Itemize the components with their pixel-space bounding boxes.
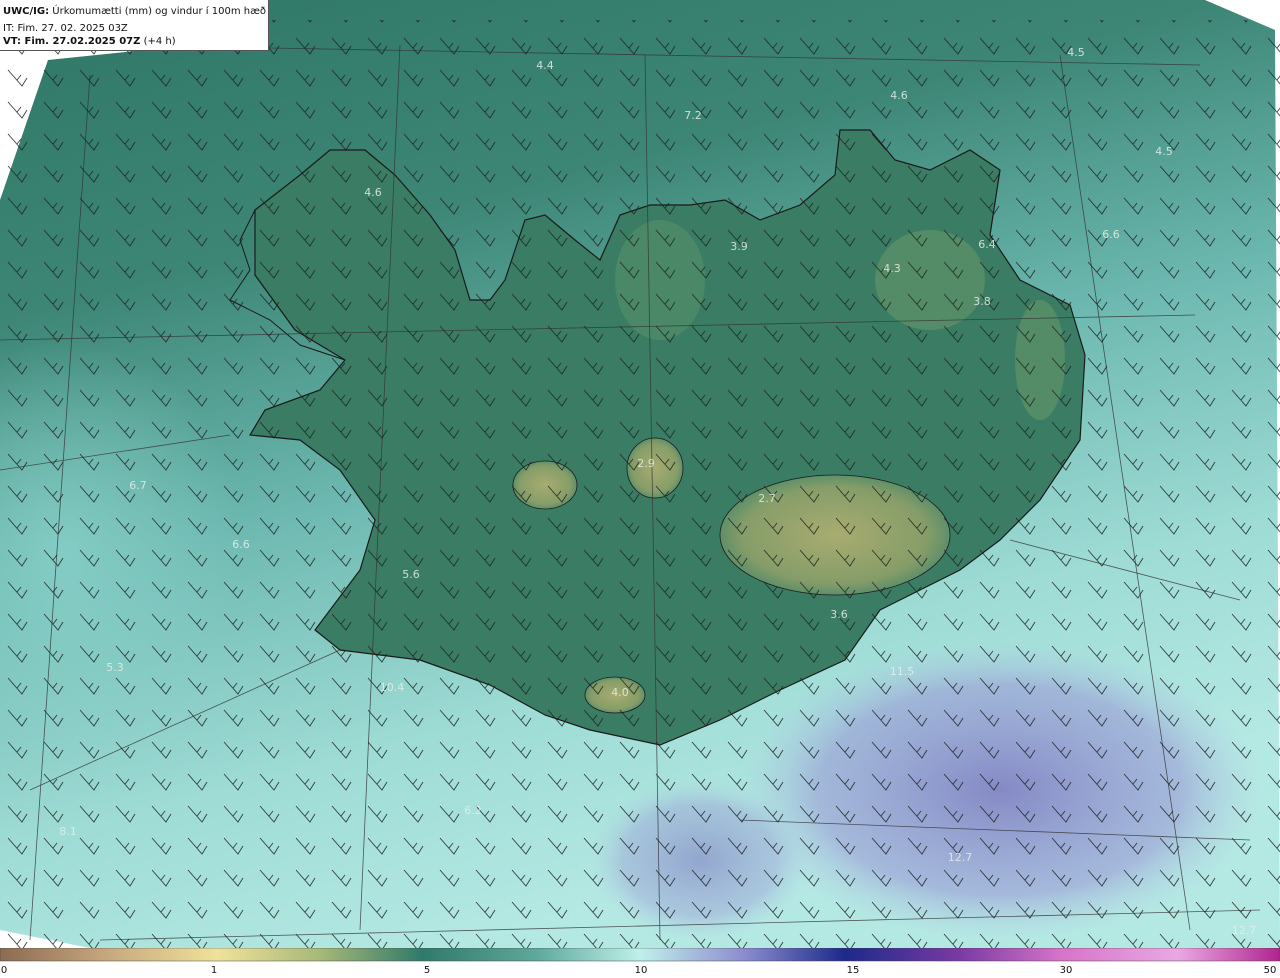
colorbar-tick-3: 10 — [634, 965, 648, 976]
valid-time: Fim. 27.02.2025 07Z — [24, 36, 141, 47]
precip-value-label: 12.7 — [948, 851, 973, 864]
issue-time: Fim. 27. 02. 2025 03Z — [17, 23, 128, 34]
product-name: UWC/IG: — [3, 6, 50, 17]
precip-value-label: 3.9 — [730, 240, 748, 253]
precip-value-label: 2.7 — [758, 492, 776, 505]
precip-value-label: 4.0 — [611, 686, 629, 699]
precip-value-label: 8.1 — [59, 825, 77, 838]
valid-label: VT: — [3, 36, 22, 47]
precip-value-label: 6.6 — [1102, 228, 1120, 241]
precip-value-label: 4.5 — [1067, 46, 1085, 59]
precip-value-label: 2.9 — [637, 457, 655, 470]
precip-value-label: 5.3 — [106, 661, 124, 674]
precip-value-label: 10.4 — [380, 681, 405, 694]
precip-value-label: 12.7 — [1232, 924, 1257, 937]
colorbar-tick-4: 15 — [846, 965, 860, 976]
precip-value-label: 6.7 — [129, 479, 147, 492]
precip-value-label: 4.4 — [536, 59, 554, 72]
colorbar-tick-6: 50 — [1263, 965, 1277, 976]
issue-label: IT: — [3, 23, 15, 34]
colorbar-gradient — [0, 948, 1280, 962]
weather-map[interactable]: 4.4 4.5 4.6 7.2 4.5 4.6 3.9 6.4 6.6 4.3 3.8 6.7 2.9 2… — [0, 0, 1280, 948]
colorbar-tick-0: 0 — [0, 965, 8, 976]
colorbar-tick-2: 5 — [423, 965, 431, 976]
precip-value-label: 4.6 — [364, 186, 382, 199]
colorbar-tick-5: 30 — [1059, 965, 1073, 976]
precip-value-label: 4.3 — [883, 262, 901, 275]
colorbar-tick-1: 1 — [210, 965, 218, 976]
precip-value-label: 6.6 — [232, 538, 250, 551]
precip-value-label: 4.5 — [1155, 145, 1173, 158]
precip-value-label: 7.2 — [684, 109, 702, 122]
map-title: Úrkomumætti (mm) og vindur í 100m hæð — [52, 6, 267, 17]
precip-value-label: 6.2 — [464, 804, 482, 817]
precip-value-label: 4.6 — [890, 89, 908, 102]
precip-value-label: 6.4 — [978, 238, 996, 251]
lead-time: (+4 h) — [143, 36, 176, 47]
wind-barbs — [0, 20, 1280, 948]
precip-value-label: 3.8 — [973, 295, 991, 308]
precip-value-label: 5.6 — [402, 568, 420, 581]
info-box: UWC/IG: Úrkomumætti (mm) og vindur í 100… — [0, 0, 269, 51]
precip-value-label: 3.6 — [830, 608, 848, 621]
precip-value-label: 11.5 — [890, 665, 915, 678]
